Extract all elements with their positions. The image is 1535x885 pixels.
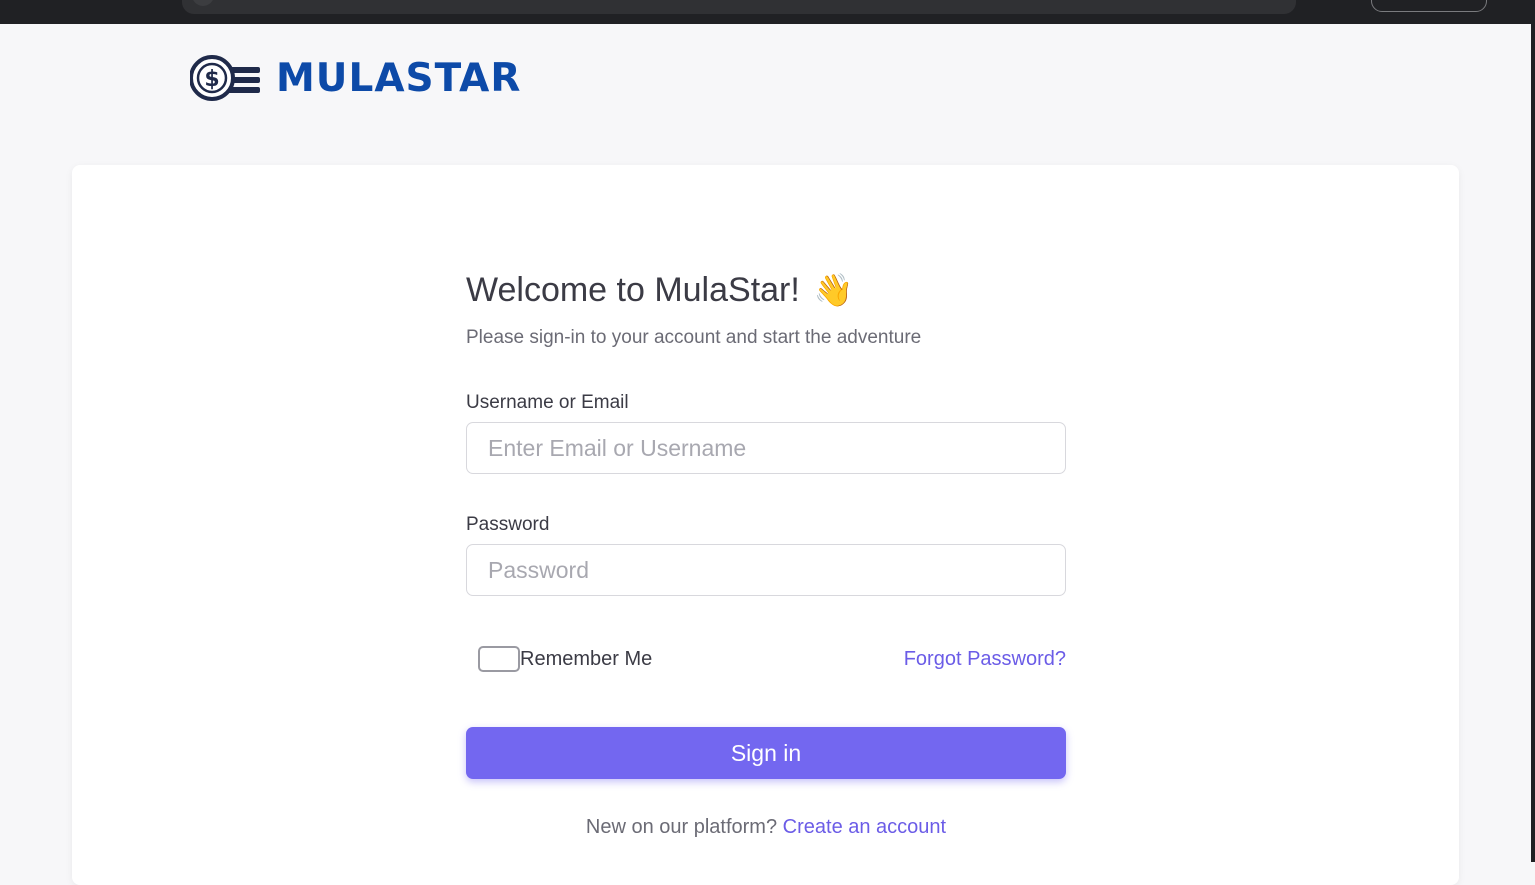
window-edge — [1531, 24, 1535, 862]
forgot-password-link[interactable]: Forgot Password? — [904, 648, 1066, 671]
password-group: Password — [466, 514, 1066, 596]
browser-pill-button[interactable] — [1371, 0, 1487, 12]
waving-hand-icon: 👋 — [813, 272, 854, 308]
signup-text: New on our platform? — [585, 816, 778, 838]
title-text: Welcome to MulaStar! — [466, 270, 800, 309]
username-group: Username or Email — [466, 392, 1066, 474]
svg-text:$: $ — [204, 67, 219, 92]
remember-me[interactable]: Remember Me — [478, 646, 652, 672]
login-form: Welcome to MulaStar! 👋 Please sign-in to… — [466, 269, 1066, 839]
signup-prompt: New on our platform? Create an account — [466, 816, 1066, 839]
password-label: Password — [466, 514, 550, 535]
username-input[interactable] — [466, 422, 1066, 474]
brand-name: MULASTAR — [276, 55, 522, 101]
page-subtitle: Please sign-in to your account and start… — [466, 327, 922, 348]
brand-logo[interactable]: $ MULASTAR — [190, 53, 521, 103]
address-bar[interactable] — [182, 0, 1296, 14]
dollar-coin-icon: $ — [190, 55, 260, 101]
options-row: Remember Me Forgot Password? — [466, 644, 1066, 674]
sign-in-button[interactable]: Sign in — [466, 727, 1066, 779]
login-card: Welcome to MulaStar! 👋 Please sign-in to… — [72, 165, 1459, 885]
browser-top-bar — [0, 0, 1535, 24]
create-account-link[interactable]: Create an account — [783, 816, 946, 838]
password-input[interactable] — [466, 544, 1066, 596]
username-label: Username or Email — [466, 392, 629, 413]
page-title: Welcome to MulaStar! 👋 — [466, 269, 1066, 311]
remember-checkbox[interactable] — [478, 646, 520, 672]
remember-label[interactable]: Remember Me — [520, 648, 652, 671]
address-icon — [192, 0, 214, 6]
